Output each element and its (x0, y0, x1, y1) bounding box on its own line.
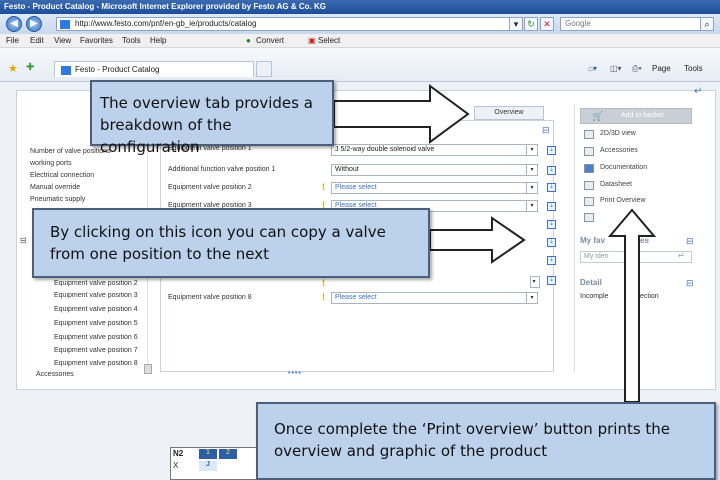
arrow-to-copy-icon (429, 216, 526, 264)
arrow-to-print-overview (607, 208, 657, 403)
arrow-to-overview (333, 84, 470, 144)
callout-print: Once complete the ‘Print overview’ butto… (256, 402, 716, 480)
callout-copy: By clicking on this icon you can copy a … (32, 208, 430, 278)
callout-overview: The overview tab provides a breakdown of… (90, 80, 334, 156)
